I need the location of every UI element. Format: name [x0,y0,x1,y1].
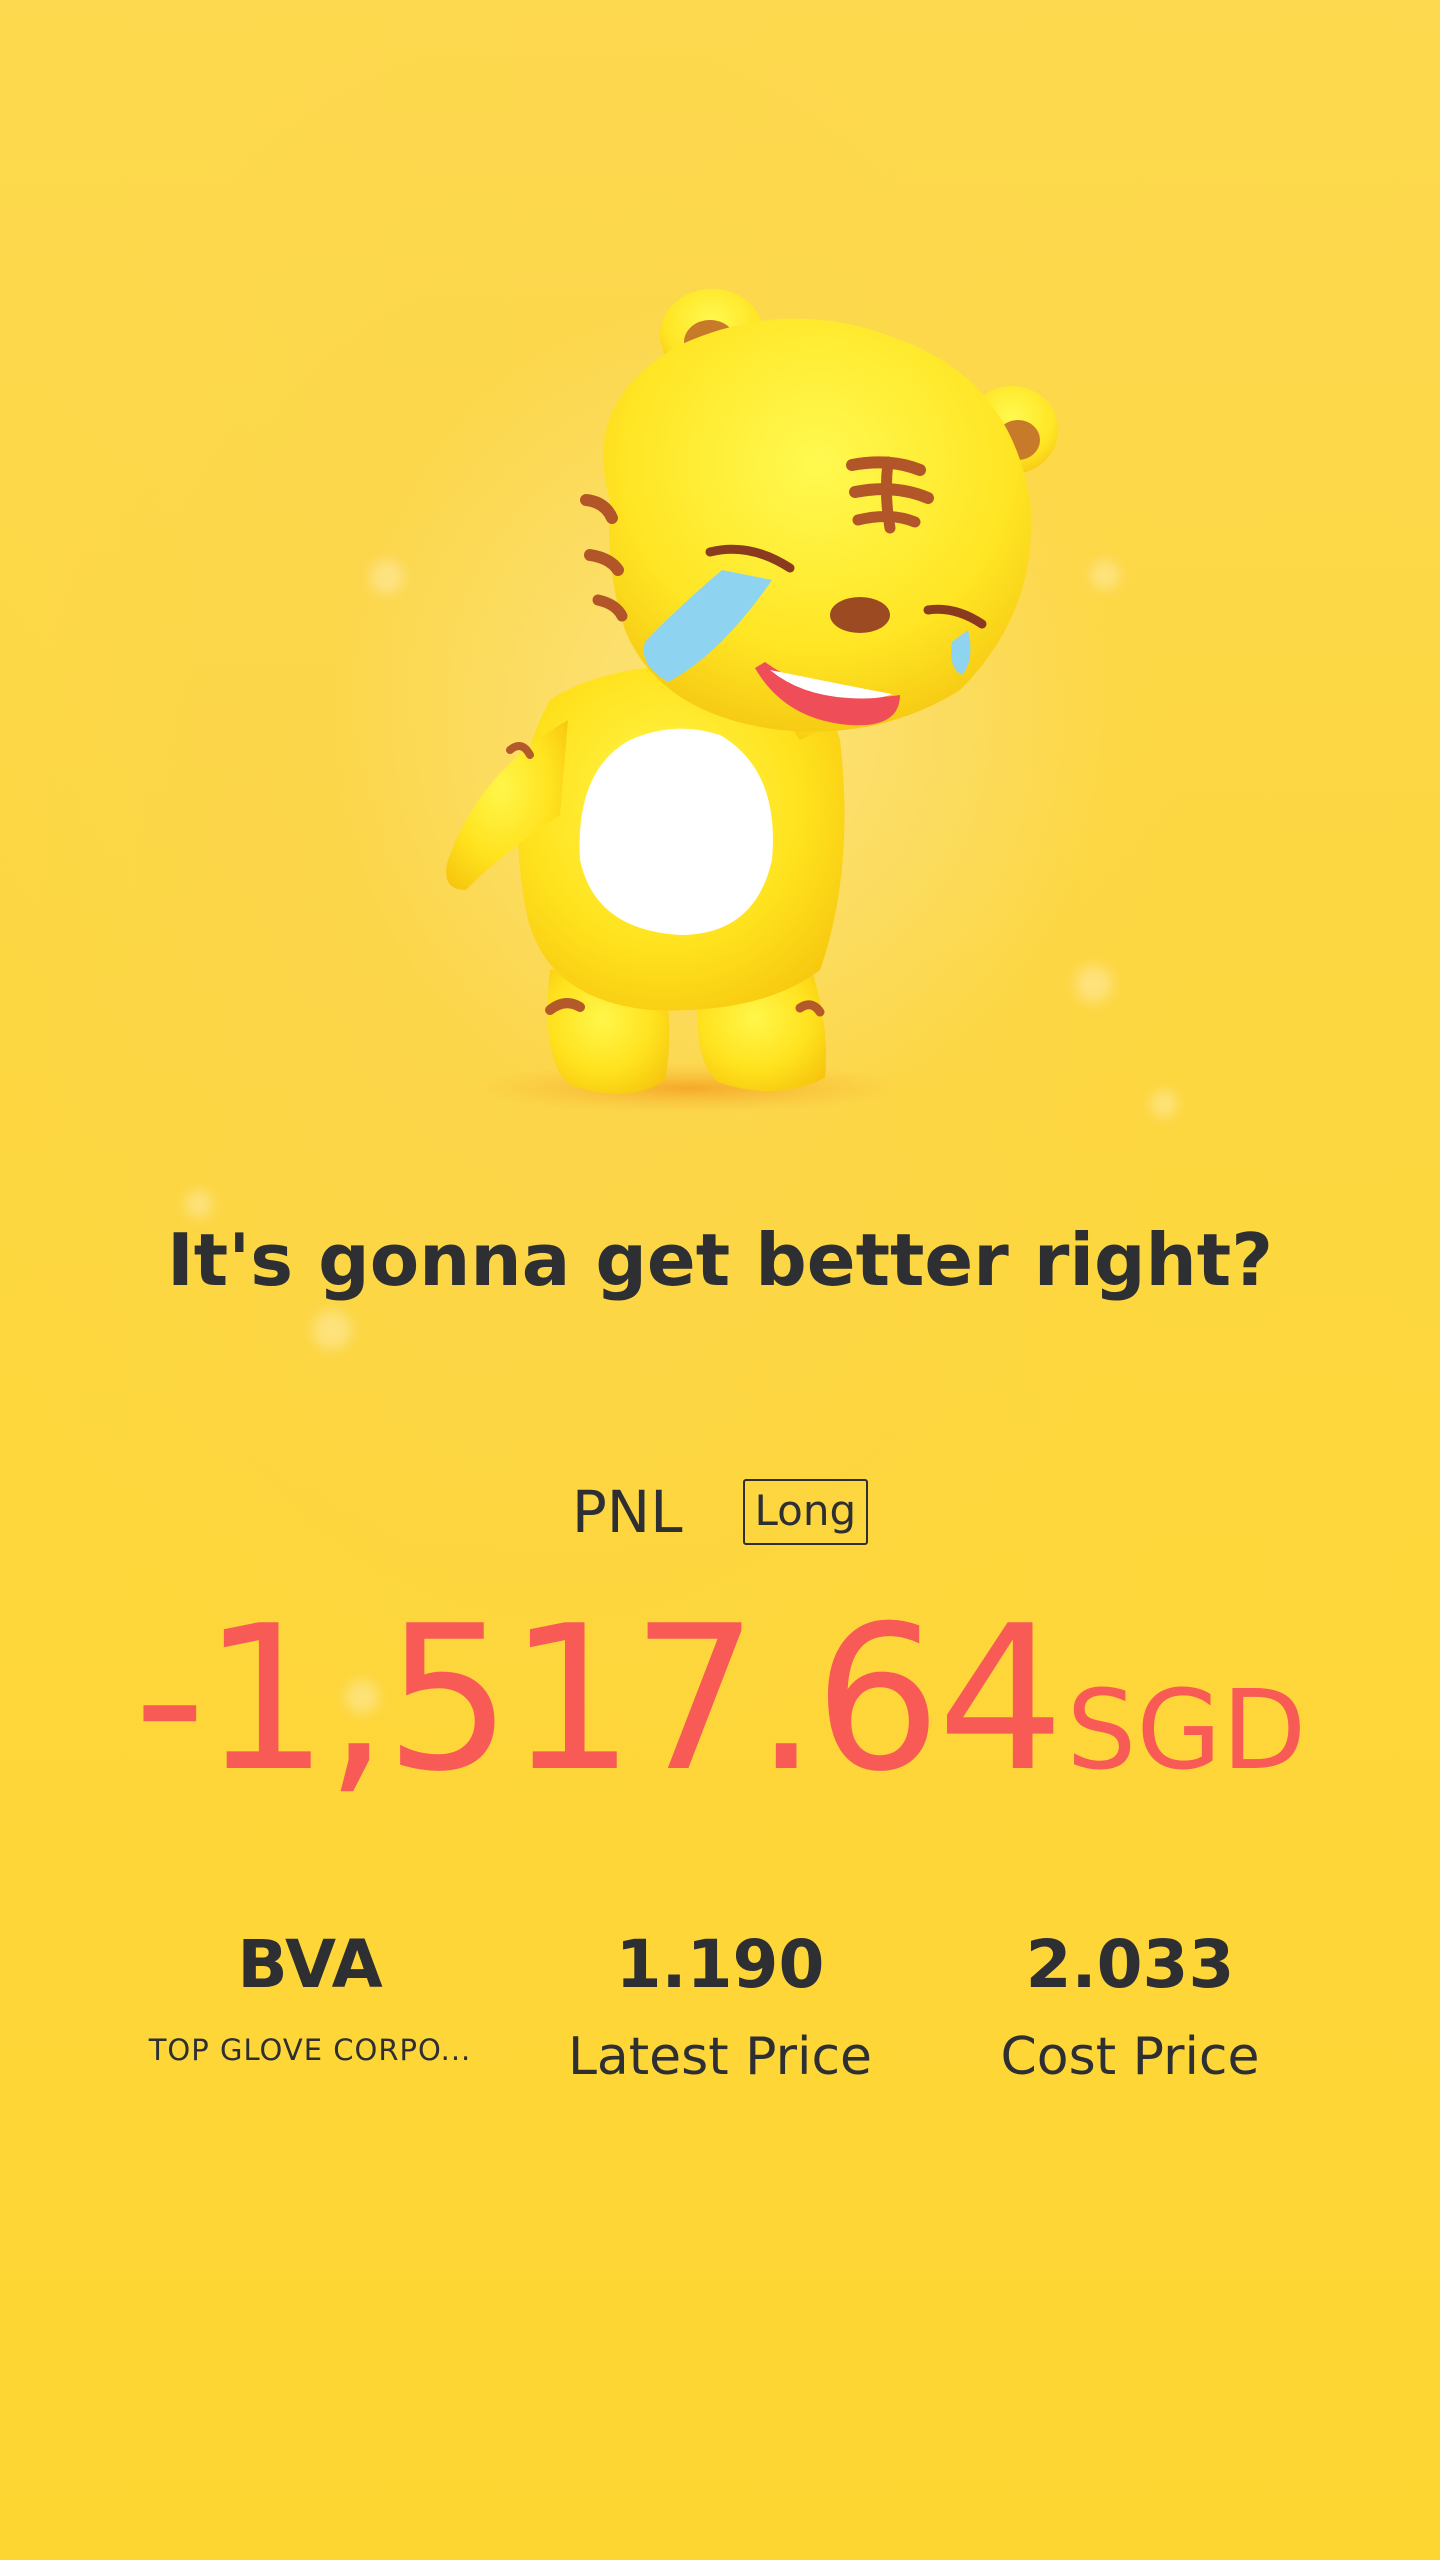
cost-price-label: Cost Price [1000,2027,1260,2087]
cost-price-info: 2.033 Cost Price [980,1925,1280,2087]
bokeh-dot [185,1190,213,1218]
headline: It's gonna get better right? [167,1218,1273,1302]
pnl-currency: SGD [1066,1666,1307,1794]
latest-price-info: 1.190 Latest Price [560,1925,880,2087]
pnl-amount: -1,517.64 [133,1583,1065,1816]
cost-price-value: 2.033 [1025,1926,1235,2003]
stock-symbol: BVA [237,1926,383,2003]
pnl-label: PNL [571,1478,683,1546]
latest-price-label: Latest Price [567,2027,873,2087]
crying-tiger-mascot-icon [400,270,1080,1150]
bokeh-dot [370,560,404,594]
bokeh-dot [1150,1090,1178,1118]
stock-info: BVA TOP GLOVE CORPO... [140,1925,480,2067]
stock-name: TOP GLOVE CORPO... [148,2033,472,2067]
position-direction-badge: Long [742,1479,869,1545]
latest-price-value: 1.190 [615,1926,825,2003]
pnl-header: PNL Long [0,1478,1440,1546]
pnl-value: -1,517.64 SGD [0,1600,1440,1800]
bokeh-dot [1075,965,1113,1003]
bokeh-dot [1090,560,1120,590]
bokeh-dot [312,1310,352,1350]
